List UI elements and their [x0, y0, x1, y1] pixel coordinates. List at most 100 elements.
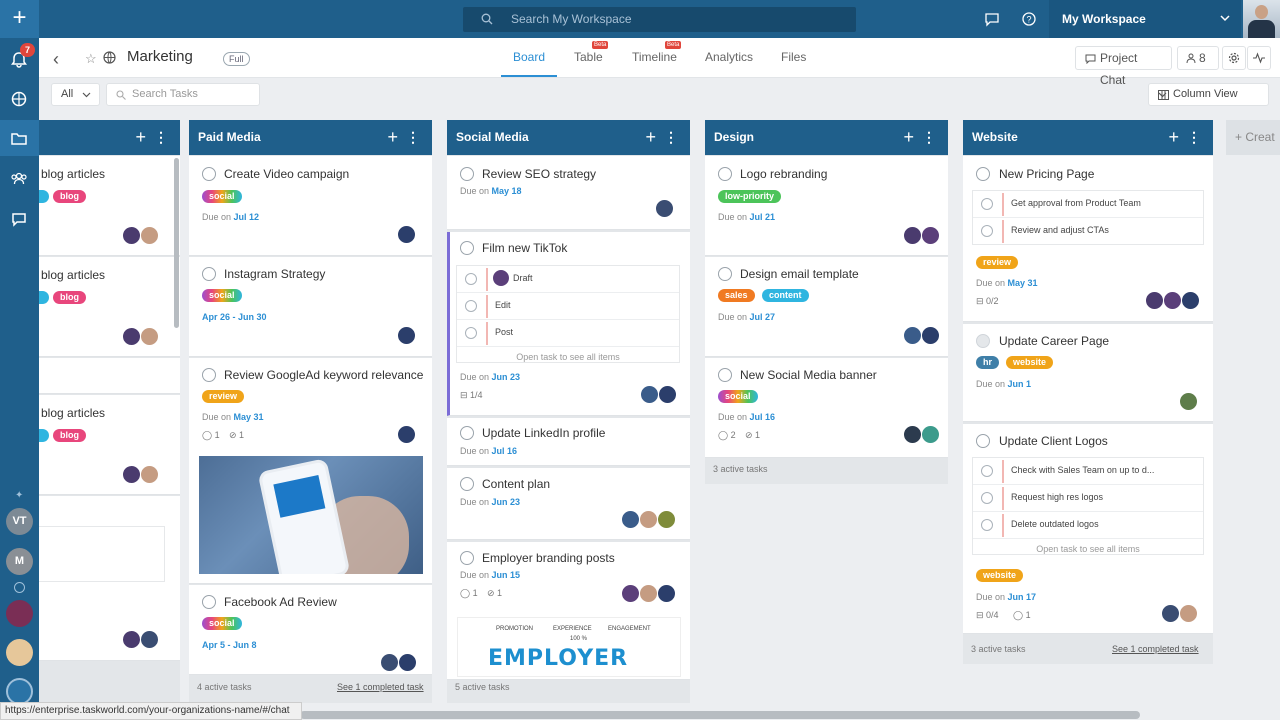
task-card[interactable]: blog articles blog: [39, 156, 180, 256]
more-options-icon[interactable]: ⋮: [664, 120, 678, 155]
add-task-icon[interactable]: +: [1168, 120, 1179, 155]
attachment-image[interactable]: PROMOTION EXPERIENCE ENGAGEMENT 100 % EM…: [457, 617, 681, 677]
complete-checkbox[interactable]: [460, 167, 474, 181]
complete-checkbox[interactable]: [202, 167, 216, 181]
task-card[interactable]: Design email template sales content Due …: [705, 257, 948, 357]
complete-checkbox[interactable]: [202, 267, 216, 281]
view-selector[interactable]: Column View: [1148, 83, 1269, 106]
star-icon[interactable]: ☆: [85, 51, 97, 67]
checklist-checkbox[interactable]: [981, 198, 993, 210]
completed-tasks-link[interactable]: See 1 completed task: [337, 682, 424, 692]
board-horizontal-scrollbar[interactable]: [300, 711, 1140, 719]
task-card[interactable]: Update Career Page hr website Due on Jun…: [963, 324, 1213, 422]
support-icon[interactable]: [6, 678, 33, 705]
complete-checkbox[interactable]: [976, 167, 990, 181]
complete-checkbox[interactable]: [460, 426, 474, 440]
pin-icon[interactable]: ✦: [15, 490, 23, 501]
tab-board[interactable]: Board: [513, 50, 545, 64]
more-options-icon[interactable]: ⋮: [154, 120, 168, 155]
complete-checkbox[interactable]: [976, 434, 990, 448]
task-card[interactable]: Film new TikTok Draft Edit Post Open tas…: [447, 232, 690, 416]
add-task-icon[interactable]: +: [645, 120, 656, 155]
tab-timeline[interactable]: Timeline: [632, 50, 677, 64]
complete-checkbox[interactable]: [718, 368, 732, 382]
avatar-user[interactable]: [6, 600, 33, 627]
user-avatar[interactable]: [1243, 0, 1280, 38]
task-card[interactable]: blog articles blog: [39, 257, 180, 357]
activity-button[interactable]: [1247, 46, 1271, 70]
workspace-search-input[interactable]: Search My Workspace: [463, 7, 856, 32]
complete-checkbox[interactable]: [460, 477, 474, 491]
task-card[interactable]: Employer branding posts Due on Jun 15 ◯ …: [447, 542, 690, 680]
avatar-user[interactable]: [6, 639, 33, 666]
open-task-hint[interactable]: Open task to see all items: [457, 352, 679, 362]
filter-select[interactable]: All: [51, 83, 100, 106]
people-icon[interactable]: [9, 169, 29, 189]
checklist-item[interactable]: Edit: [457, 293, 679, 320]
task-card[interactable]: Facebook Ad Review social Apr 5 - Jun 8: [189, 585, 432, 675]
checklist-item[interactable]: Request high res logos: [973, 485, 1203, 512]
workspace-selector[interactable]: My Workspace: [1049, 0, 1241, 38]
chat-bubble-icon[interactable]: [984, 11, 1000, 27]
help-icon[interactable]: ?: [1021, 11, 1037, 27]
task-card[interactable]: Update Client Logos Check with Sales Tea…: [963, 424, 1213, 634]
checklist-checkbox[interactable]: [465, 273, 477, 285]
checklist-checkbox[interactable]: [465, 300, 477, 312]
checklist-item[interactable]: Review and adjust CTAs: [973, 218, 1203, 245]
tab-table[interactable]: Table: [574, 50, 603, 64]
avatar-m[interactable]: M: [6, 548, 33, 575]
complete-checkbox[interactable]: [202, 595, 216, 609]
add-task-icon[interactable]: +: [903, 120, 914, 155]
checklist-item[interactable]: Post: [457, 320, 679, 347]
task-card[interactable]: Logo rebranding low-priority Due on Jul …: [705, 156, 948, 256]
checklist-item[interactable]: Check with Sales Team on up to d...: [973, 458, 1203, 485]
complete-checkbox[interactable]: [976, 334, 990, 348]
add-task-icon[interactable]: +: [135, 120, 146, 155]
avatar-vt[interactable]: VT: [6, 508, 33, 535]
checklist-checkbox[interactable]: [981, 465, 993, 477]
add-icon[interactable]: +: [0, 0, 39, 38]
checklist-checkbox[interactable]: [981, 492, 993, 504]
complete-checkbox[interactable]: [718, 267, 732, 281]
create-column-button[interactable]: + Creat: [1226, 120, 1280, 155]
task-search-input[interactable]: Search Tasks: [106, 83, 260, 106]
task-card[interactable]: Instagram Strategy social Apr 26 - Jun 3…: [189, 257, 432, 357]
checklist-item[interactable]: Get approval from Product Team: [973, 191, 1203, 218]
attachment-image[interactable]: [199, 456, 423, 574]
task-card[interactable]: Review GoogleAd keyword relevance review…: [189, 358, 432, 584]
more-options-icon[interactable]: ⋮: [922, 120, 936, 155]
checklist-checkbox[interactable]: [981, 519, 993, 531]
complete-checkbox[interactable]: [718, 167, 732, 181]
project-chat-button[interactable]: Project Chat: [1075, 46, 1172, 87]
more-options-icon[interactable]: ⋮: [1187, 120, 1201, 155]
checklist-checkbox[interactable]: [981, 225, 993, 237]
folder-icon[interactable]: [9, 129, 29, 149]
checklist-checkbox[interactable]: [465, 327, 477, 339]
clock-icon[interactable]: [14, 582, 25, 593]
checklist-item[interactable]: Delete outdated logos: [973, 512, 1203, 539]
more-options-icon[interactable]: ⋮: [406, 120, 420, 155]
back-arrow-icon[interactable]: ‹: [53, 49, 59, 70]
complete-checkbox[interactable]: [460, 551, 474, 565]
chat-icon[interactable]: [9, 209, 29, 229]
complete-checkbox[interactable]: [202, 368, 216, 382]
completed-tasks-link[interactable]: See 1 completed task: [1112, 644, 1199, 654]
globe-icon[interactable]: [9, 89, 29, 109]
task-card[interactable]: Review SEO strategy Due on May 18: [447, 156, 690, 230]
open-task-hint[interactable]: Open task to see all items: [973, 544, 1203, 554]
members-button[interactable]: 8: [1177, 46, 1219, 70]
checklist-item[interactable]: Draft: [457, 266, 679, 293]
task-card[interactable]: blog articles blog: [39, 395, 180, 495]
settings-button[interactable]: [1222, 46, 1246, 70]
tab-files[interactable]: Files: [781, 50, 806, 64]
task-card[interactable]: Create Video campaign social Due on Jul …: [189, 156, 432, 256]
task-card[interactable]: [39, 358, 180, 394]
complete-checkbox[interactable]: [460, 241, 474, 255]
task-card[interactable]: [39, 496, 180, 661]
task-card[interactable]: Update LinkedIn profile Due on Jul 16: [447, 418, 690, 466]
task-card[interactable]: New Pricing Page Get approval from Produ…: [963, 156, 1213, 322]
column-scrollbar[interactable]: [174, 158, 179, 328]
task-card[interactable]: Content plan Due on Jun 23: [447, 468, 690, 540]
task-card[interactable]: New Social Media banner social Due on Ju…: [705, 358, 948, 458]
tab-analytics[interactable]: Analytics: [705, 50, 753, 64]
